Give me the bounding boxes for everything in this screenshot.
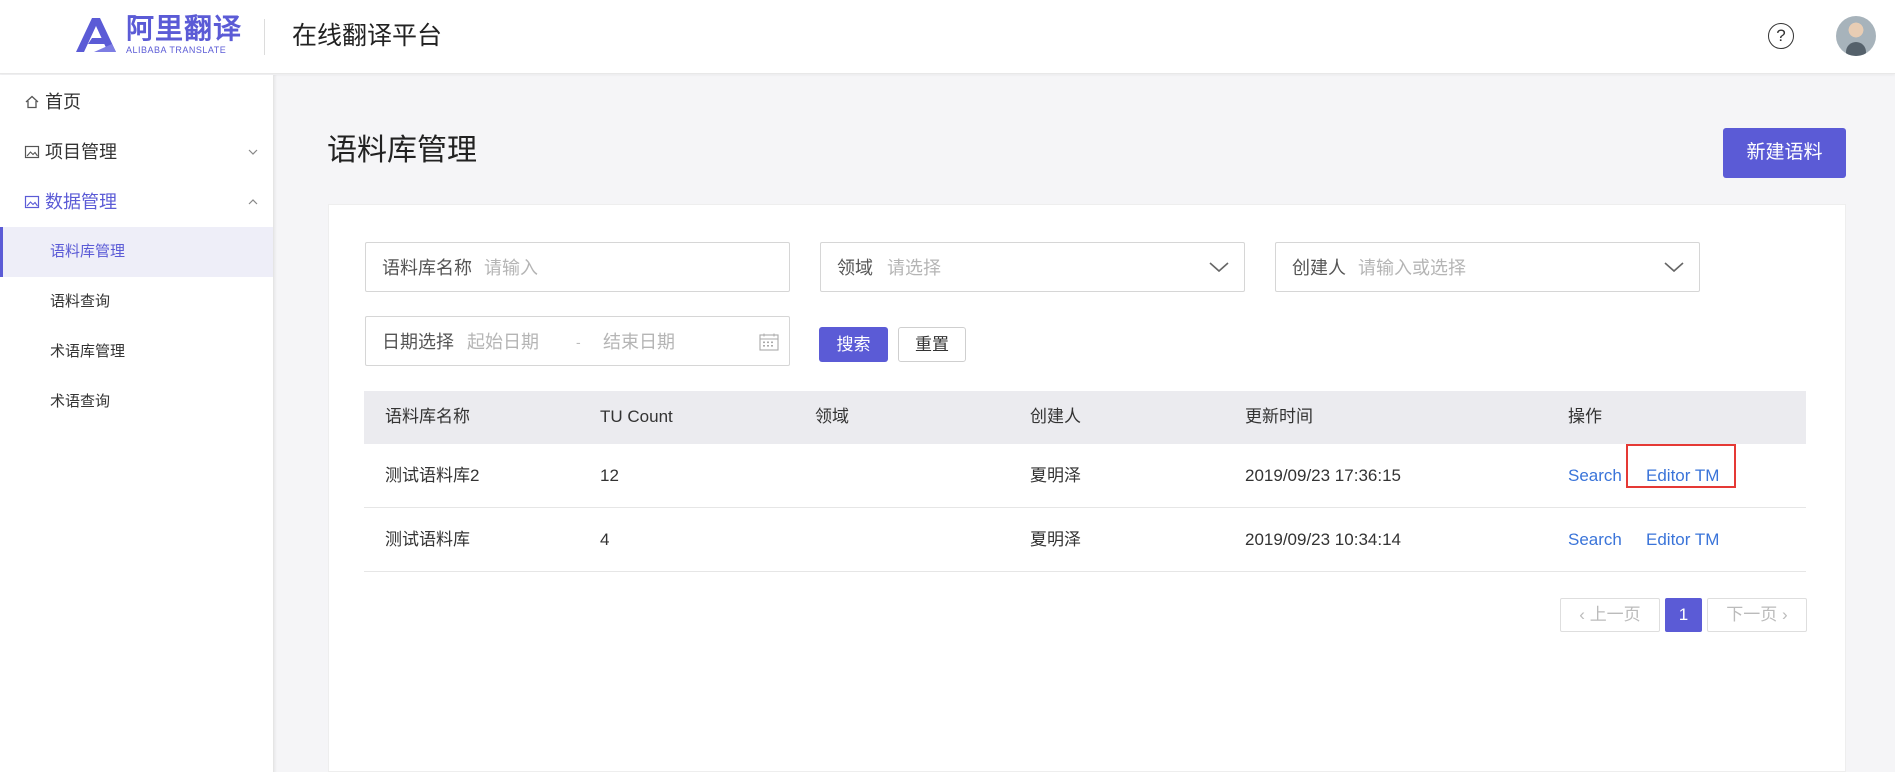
- sidebar-item-project-management[interactable]: 项目管理: [0, 127, 273, 177]
- page-title: 语料库管理: [327, 134, 477, 167]
- calendar-icon[interactable]: [759, 333, 779, 351]
- column-header-creator: 创建人: [1030, 407, 1081, 426]
- highlight-box: [1626, 444, 1736, 488]
- column-header-domain: 领域: [815, 407, 849, 426]
- corpus-name-cell: 测试语料库2: [385, 466, 480, 485]
- avatar[interactable]: [1836, 16, 1876, 56]
- chevron-down-icon: [1209, 262, 1229, 273]
- end-date-input[interactable]: 结束日期: [603, 331, 675, 353]
- creator-input[interactable]: 请输入或选择: [1358, 257, 1466, 279]
- sidebar-subitem-label: 语料查询: [50, 293, 111, 310]
- table-row: 测试语料库 4 夏明泽 2019/09/23 10:34:14 Search E…: [364, 508, 1806, 572]
- chevron-down-icon: [1664, 262, 1684, 273]
- search-link[interactable]: Search: [1568, 529, 1622, 551]
- domain-select-value: 请选择: [887, 258, 941, 278]
- creator-cell: 夏明泽: [1030, 466, 1081, 485]
- sidebar-subitem-label: 语料库管理: [50, 243, 126, 260]
- help-icon[interactable]: ?: [1768, 23, 1794, 49]
- chevron-down-icon: [248, 149, 258, 155]
- date-separator: -: [576, 334, 581, 350]
- sidebar-subitem-termbase-management[interactable]: 术语库管理: [0, 327, 273, 377]
- creator-select[interactable]: 创建人 请输入或选择: [1275, 242, 1700, 292]
- domain-select[interactable]: 领域 请选择: [820, 242, 1245, 292]
- new-corpus-button[interactable]: 新建语料: [1723, 128, 1846, 178]
- column-header-tu-count: TU Count: [600, 407, 673, 426]
- creator-label: 创建人: [1292, 258, 1346, 278]
- sidebar-subitem-corpus-query[interactable]: 语料查询: [0, 277, 273, 327]
- pagination-prev-button[interactable]: ‹ 上一页: [1560, 598, 1660, 632]
- logo-text-en: ALIBABA TRANSLATE: [126, 45, 227, 55]
- table-row: 测试语料库2 12 夏明泽 2019/09/23 17:36:15 Search…: [364, 444, 1806, 508]
- editor-tm-link[interactable]: Editor TM: [1646, 529, 1719, 551]
- column-header-name: 语料库名称: [385, 407, 470, 426]
- sidebar-item-data-management[interactable]: 数据管理: [0, 177, 273, 227]
- image-icon: [24, 195, 40, 209]
- chevron-up-icon: [248, 199, 258, 205]
- platform-title: 在线翻译平台: [292, 22, 443, 50]
- logo-text-cn: 阿里翻译: [126, 13, 243, 44]
- sidebar-item-label: 首页: [45, 92, 81, 112]
- pagination-next-label: 下一页: [1726, 605, 1778, 624]
- search-button[interactable]: 搜索: [819, 327, 888, 362]
- sidebar-subitem-term-query[interactable]: 术语查询: [0, 377, 273, 427]
- header-divider: [264, 19, 265, 55]
- corpus-name-cell: 测试语料库: [385, 530, 470, 549]
- sidebar-subitem-label: 术语库管理: [50, 343, 126, 360]
- sidebar-subitem-label: 术语查询: [50, 393, 111, 410]
- image-icon: [24, 145, 40, 159]
- corpus-name-label: 语料库名称: [382, 258, 472, 278]
- start-date-input[interactable]: 起始日期: [467, 331, 539, 353]
- table-header: 语料库名称 TU Count 领域 创建人 更新时间 操作: [364, 391, 1806, 444]
- tu-count-cell: 4: [600, 530, 610, 549]
- sidebar-item-home[interactable]: 首页: [0, 77, 273, 127]
- corpus-name-input[interactable]: 请输入: [484, 257, 538, 279]
- tu-count-cell: 12: [600, 466, 619, 485]
- domain-label: 领域: [837, 258, 873, 278]
- pagination-prev-label: 上一页: [1589, 605, 1641, 624]
- date-range-picker[interactable]: 日期选择 起始日期 - 结束日期: [365, 316, 790, 366]
- sidebar-item-label: 项目管理: [45, 142, 117, 162]
- chevron-right-icon: ›: [1777, 605, 1788, 624]
- sidebar-item-label: 数据管理: [45, 192, 117, 212]
- logo[interactable]: 阿里翻译 ALIBABA TRANSLATE: [72, 14, 242, 56]
- search-link[interactable]: Search: [1568, 465, 1622, 487]
- top-header: 阿里翻译 ALIBABA TRANSLATE 在线翻译平台 ?: [0, 0, 1895, 74]
- alibaba-translate-logo-icon: [76, 18, 116, 52]
- pagination-page-1[interactable]: 1: [1665, 598, 1702, 632]
- creator-cell: 夏明泽: [1030, 530, 1081, 549]
- chevron-left-icon: ‹: [1579, 605, 1590, 624]
- sidebar: 首页 项目管理 数据管理 语料库管理 语料查询 术语库管理 术语查询: [0, 75, 277, 772]
- corpus-name-field[interactable]: 语料库名称 请输入: [365, 242, 790, 292]
- column-header-updated: 更新时间: [1245, 407, 1313, 426]
- reset-button[interactable]: 重置: [898, 327, 966, 362]
- updated-cell: 2019/09/23 10:34:14: [1245, 530, 1401, 549]
- pagination-next-button[interactable]: 下一页 ›: [1707, 598, 1807, 632]
- date-label: 日期选择: [382, 332, 454, 352]
- updated-cell: 2019/09/23 17:36:15: [1245, 466, 1401, 485]
- home-icon: [25, 95, 39, 109]
- column-header-actions: 操作: [1568, 407, 1602, 426]
- sidebar-subitem-corpus-management[interactable]: 语料库管理: [0, 227, 273, 277]
